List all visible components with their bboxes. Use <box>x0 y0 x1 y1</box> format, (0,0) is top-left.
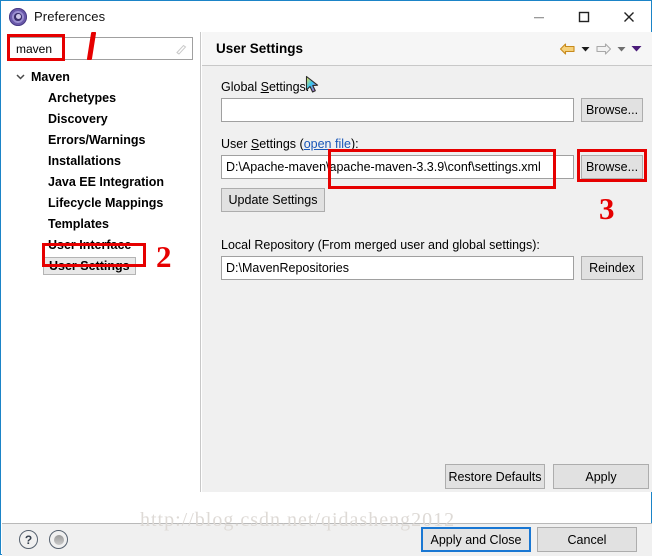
tree-item-errors-warnings[interactable]: Errors/Warnings <box>2 129 201 150</box>
tree-item-archetypes[interactable]: Archetypes <box>2 87 201 108</box>
local-repository-label: Local Repository (From merged user and g… <box>221 238 540 252</box>
tree-item-java-ee-integration[interactable]: Java EE Integration <box>2 171 201 192</box>
window-controls <box>516 1 651 32</box>
tree-item-label: Java EE Integration <box>48 174 165 189</box>
settings-panel: User Settings Global Settings: Browse...… <box>202 32 652 492</box>
tree-item-label: Errors/Warnings <box>48 132 146 147</box>
circle-dot-icon[interactable] <box>49 530 68 549</box>
tree-item-label: Discovery <box>48 111 108 126</box>
global-settings-input[interactable] <box>221 98 574 122</box>
user-settings-input[interactable] <box>221 155 574 179</box>
user-settings-label: User Settings (open file): <box>221 137 359 151</box>
tree-item-maven[interactable]: Maven <box>2 66 201 87</box>
question-mark-icon[interactable]: ? <box>19 530 38 549</box>
panel-nav-icons <box>558 32 642 65</box>
dialog-content: Maven Archetypes Discovery Errors/Warnin… <box>2 32 652 523</box>
panel-body: Global Settings: Browse... User Settings… <box>202 66 652 492</box>
tree-item-label: User Interface <box>48 237 132 252</box>
close-button[interactable] <box>606 1 651 32</box>
preferences-tree: Maven Archetypes Discovery Errors/Warnin… <box>2 66 201 276</box>
title-bar: Preferences <box>1 1 651 32</box>
preferences-gear-icon <box>9 7 27 26</box>
forward-arrow-icon[interactable] <box>594 41 612 57</box>
open-file-link[interactable]: open file <box>304 137 351 151</box>
global-settings-label: Global Settings: <box>221 80 310 94</box>
page-title: User Settings <box>216 41 304 56</box>
back-arrow-icon[interactable] <box>558 41 576 57</box>
tree-item-user-interface[interactable]: User Interface <box>2 234 201 255</box>
clear-filter-icon[interactable] <box>174 42 188 56</box>
watermark-text: http://blog.csdn.net/qidasheng2012 <box>140 509 456 531</box>
chevron-down-icon[interactable] <box>14 70 27 83</box>
tree-item-lifecycle-mappings[interactable]: Lifecycle Mappings <box>2 192 201 213</box>
tree-item-label: Templates <box>48 216 109 231</box>
tree-item-label: Installations <box>48 153 121 168</box>
tree-item-templates[interactable]: Templates <box>2 213 201 234</box>
tree-item-label: Archetypes <box>48 90 117 105</box>
panel-header: User Settings <box>202 32 652 66</box>
apply-button[interactable]: Apply <box>553 464 649 489</box>
preferences-dialog: Preferences maven Maven Archetypes Disco… <box>0 0 652 556</box>
tree-item-label: User Settings <box>43 256 136 275</box>
tree-item-discovery[interactable]: Discovery <box>2 108 201 129</box>
preferences-sidebar: Maven Archetypes Discovery Errors/Warnin… <box>2 32 201 492</box>
tree-item-label: Lifecycle Mappings <box>48 195 164 210</box>
tree-item-installations[interactable]: Installations <box>2 150 201 171</box>
view-menu-chevron-down-icon[interactable] <box>630 42 642 56</box>
forward-menu-chevron-down-icon[interactable] <box>615 42 627 56</box>
filter-input[interactable] <box>14 38 158 59</box>
filter-box[interactable] <box>8 37 193 60</box>
user-settings-browse-button[interactable]: Browse... <box>581 155 643 179</box>
restore-defaults-button[interactable]: Restore Defaults <box>445 464 545 489</box>
maximize-button[interactable] <box>561 1 606 32</box>
window-title: Preferences <box>34 9 106 24</box>
global-settings-browse-button[interactable]: Browse... <box>581 98 643 122</box>
back-menu-chevron-down-icon[interactable] <box>579 42 591 56</box>
update-settings-button[interactable]: Update Settings <box>221 188 325 212</box>
mouse-pointer-icon <box>305 75 321 94</box>
tree-item-user-settings[interactable]: User Settings <box>2 255 201 276</box>
reindex-button[interactable]: Reindex <box>581 256 643 280</box>
local-repository-input[interactable] <box>221 256 574 280</box>
tree-item-label: Maven <box>31 69 70 84</box>
